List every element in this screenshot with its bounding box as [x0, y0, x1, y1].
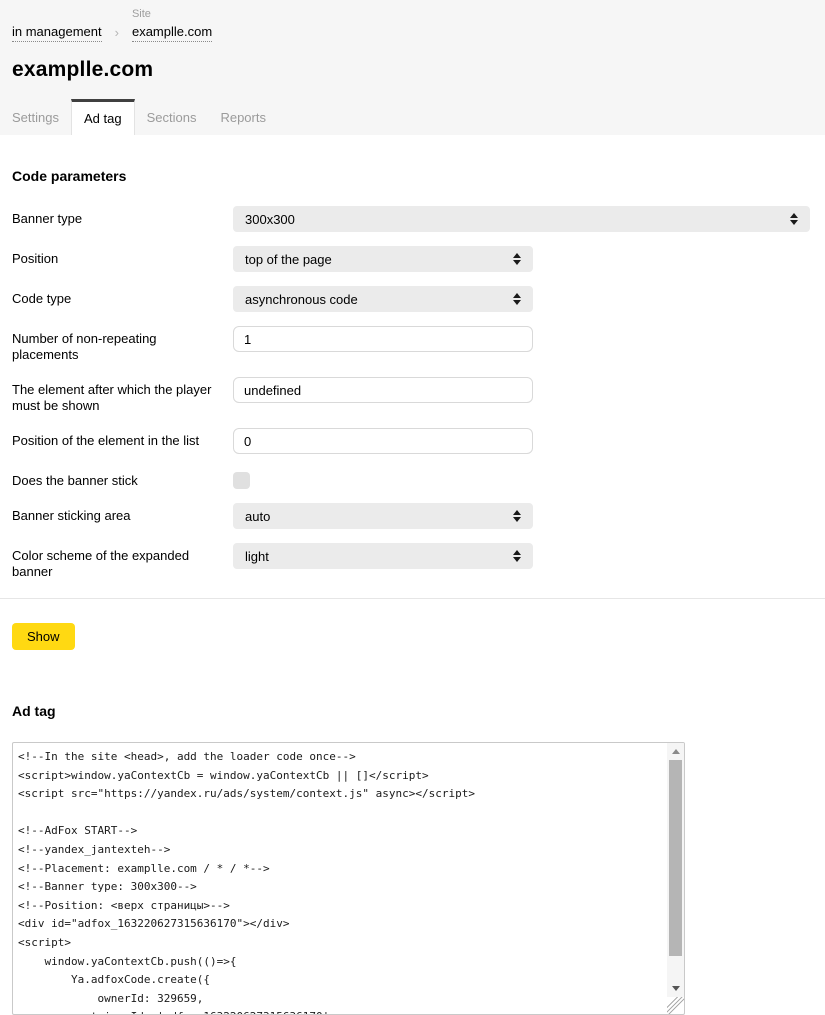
page: in management › Site examplle.com exampl…: [0, 0, 825, 1001]
element-position-input[interactable]: [233, 428, 533, 454]
ad-tag-heading: Ad tag: [12, 703, 825, 719]
breadcrumb-link-site[interactable]: examplle.com: [132, 23, 212, 42]
ad-tag-code-text: <!--In the site <head>, add the loader c…: [13, 743, 684, 1014]
select-arrows-icon: [513, 253, 521, 265]
breadcrumb-site-group: Site examplle.com: [132, 8, 212, 42]
breadcrumb: in management › Site examplle.com: [0, 0, 825, 42]
color-scheme-label: Color scheme of the expanded banner: [12, 543, 233, 580]
site-header: in management › Site examplle.com exampl…: [0, 0, 825, 135]
color-scheme-select[interactable]: light: [233, 543, 533, 569]
position-select[interactable]: top of the page: [233, 246, 533, 272]
placements-count-label: Number of non-repeating placements: [12, 326, 233, 363]
resize-handle-icon[interactable]: [667, 997, 684, 1014]
scroll-up-button[interactable]: [667, 743, 684, 760]
code-type-label: Code type: [12, 286, 233, 312]
ad-tag-code-textarea[interactable]: <!--In the site <head>, add the loader c…: [12, 742, 685, 1015]
tab-bar: Settings Ad tag Sections Reports: [0, 99, 278, 135]
position-label: Position: [12, 246, 233, 272]
site-label: Site: [132, 8, 212, 21]
chevron-right-icon: ›: [115, 24, 119, 42]
breadcrumb-link-management[interactable]: in management: [12, 23, 102, 42]
form-row-position: Position top of the page: [0, 246, 825, 272]
element-after-label: The element after which the player must …: [12, 377, 233, 414]
banner-stick-label: Does the banner stick: [12, 468, 233, 489]
element-position-label: Position of the element in the list: [12, 428, 233, 454]
banner-stick-checkbox[interactable]: [233, 472, 250, 489]
select-arrows-icon: [513, 510, 521, 522]
position-value: top of the page: [245, 252, 332, 267]
code-parameters-form: Banner type 300x300 Position top of the …: [0, 206, 825, 580]
code-parameters-heading: Code parameters: [12, 168, 825, 184]
triangle-up-icon: [672, 749, 680, 754]
page-title: examplle.com: [12, 58, 825, 82]
sticking-area-label: Banner sticking area: [12, 503, 233, 529]
sticking-area-select[interactable]: auto: [233, 503, 533, 529]
scroll-down-button[interactable]: [667, 980, 684, 997]
scrollbar-thumb[interactable]: [669, 760, 682, 956]
banner-type-label: Banner type: [12, 206, 233, 232]
form-row-color-scheme: Color scheme of the expanded banner ligh…: [0, 543, 825, 580]
color-scheme-value: light: [245, 549, 269, 564]
tab-settings[interactable]: Settings: [0, 99, 71, 135]
form-row-element-position: Position of the element in the list: [0, 428, 825, 454]
vertical-scrollbar[interactable]: [667, 743, 684, 997]
select-arrows-icon: [513, 550, 521, 562]
select-arrows-icon: [513, 293, 521, 305]
element-after-input[interactable]: [233, 377, 533, 403]
banner-type-select[interactable]: 300x300: [233, 206, 810, 232]
triangle-down-icon: [672, 986, 680, 991]
show-button[interactable]: Show: [12, 623, 75, 650]
sticking-area-value: auto: [245, 509, 270, 524]
form-row-sticking-area: Banner sticking area auto: [0, 503, 825, 529]
code-type-select[interactable]: asynchronous code: [233, 286, 533, 312]
form-row-placements-count: Number of non-repeating placements: [0, 326, 825, 363]
form-row-code-type: Code type asynchronous code: [0, 286, 825, 312]
form-row-banner-stick: Does the banner stick: [0, 468, 825, 489]
tab-ad-tag[interactable]: Ad tag: [71, 99, 135, 135]
form-row-element-after: The element after which the player must …: [0, 377, 825, 414]
form-row-banner-type: Banner type 300x300: [0, 206, 825, 232]
placements-count-input[interactable]: [233, 326, 533, 352]
tab-reports[interactable]: Reports: [208, 99, 278, 135]
tab-sections[interactable]: Sections: [135, 99, 209, 135]
select-arrows-icon: [790, 213, 798, 225]
section-divider: [0, 598, 825, 599]
code-type-value: asynchronous code: [245, 292, 358, 307]
banner-type-value: 300x300: [245, 212, 295, 227]
